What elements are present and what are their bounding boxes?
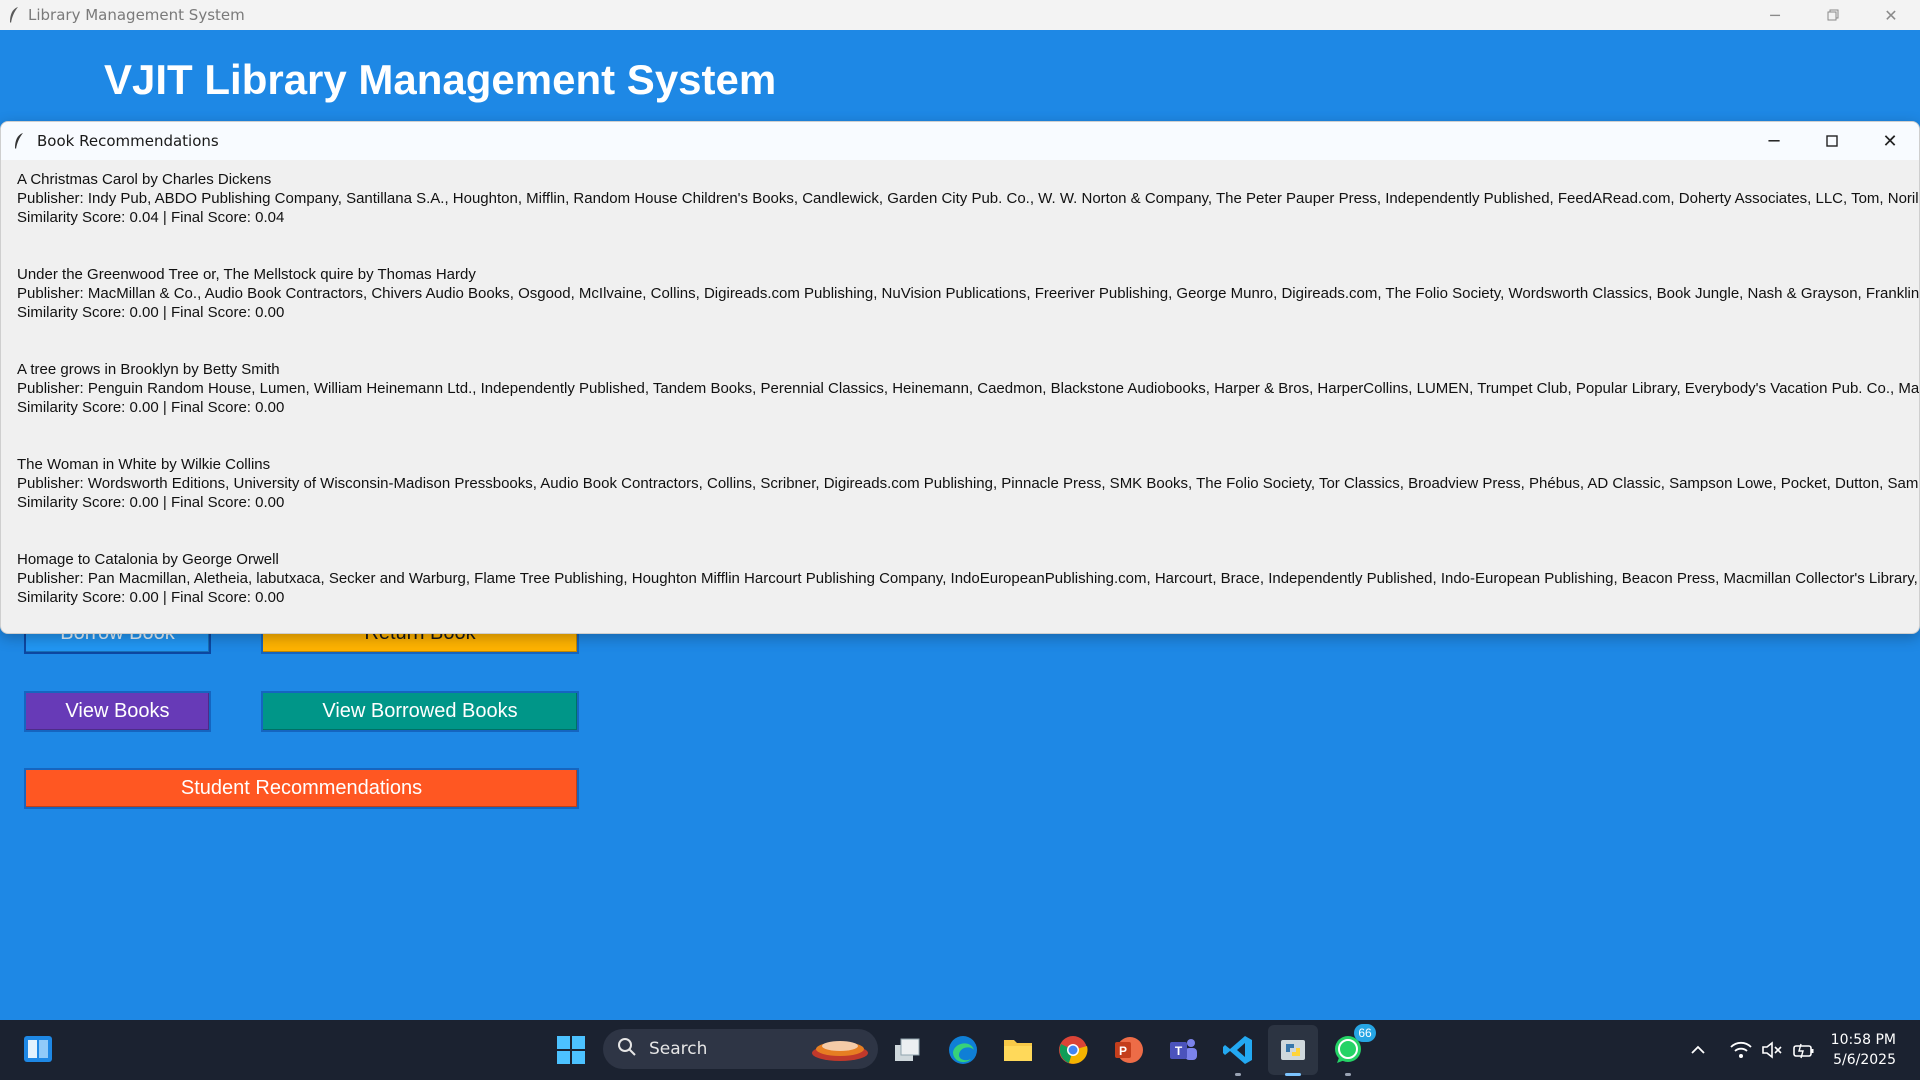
close-icon[interactable]: ✕ (1862, 0, 1920, 30)
minimize-icon[interactable]: ─ (1746, 0, 1804, 30)
wifi-icon[interactable] (1730, 1038, 1752, 1062)
publisher-line: Publisher: MacMillan & Co., Audio Book C… (17, 285, 1920, 302)
list-item: Homage to Catalonia by George Orwell Pub… (17, 550, 1919, 607)
publisher-line: Publisher: Wordsworth Editions, Universi… (17, 475, 1920, 492)
svg-text:T: T (1175, 1044, 1183, 1058)
recommendation-list: A Christmas Carol by Charles Dickens Pub… (1, 160, 1919, 607)
publisher-line: Publisher: Penguin Random House, Lumen, … (17, 380, 1920, 397)
view-borrowed-books-button[interactable]: View Borrowed Books (261, 691, 579, 732)
student-recommendations-button[interactable]: Student Recommendations (24, 768, 579, 809)
book-title-line: Under the Greenwood Tree or, The Mellsto… (17, 266, 476, 283)
clock-date: 5/6/2025 (1833, 1052, 1896, 1068)
taskbar: Search P T 66 10:58 PM 5/6/2025 (0, 1020, 1920, 1080)
app-header-title: VJIT Library Management System (104, 56, 777, 103)
windows-start-icon[interactable] (556, 1035, 586, 1065)
score-line: Similarity Score: 0.00 | Final Score: 0.… (17, 399, 285, 416)
search-input[interactable]: Search (603, 1029, 878, 1069)
list-item: A tree grows in Brooklyn by Betty Smith … (17, 360, 1919, 417)
list-item: The Woman in White by Wilkie Collins Pub… (17, 455, 1919, 512)
minimize-icon[interactable]: ─ (1745, 122, 1803, 160)
task-view-icon[interactable] (890, 1032, 926, 1068)
search-icon (617, 1037, 637, 1062)
publisher-line: Publisher: Pan Macmillan, Aletheia, labu… (17, 570, 1920, 587)
maximize-icon[interactable] (1803, 122, 1861, 160)
system-clock[interactable]: 10:58 PM 5/6/2025 (1831, 1030, 1896, 1070)
main-window-titlebar: Library Management System ─ ✕ (0, 0, 1920, 30)
whatsapp-icon[interactable]: 66 (1330, 1024, 1376, 1076)
popup-controls: ─ ✕ (1745, 122, 1919, 160)
notification-badge: 66 (1354, 1024, 1376, 1042)
python-icon[interactable] (1275, 1032, 1311, 1076)
book-title-line: A Christmas Carol by Charles Dickens (17, 171, 272, 188)
feather-icon (1, 132, 37, 150)
battery-icon[interactable] (1792, 1038, 1816, 1062)
feather-icon (0, 0, 28, 30)
restore-icon[interactable] (1804, 0, 1862, 30)
publisher-line: Publisher: Indy Pub, ABDO Publishing Com… (17, 190, 1920, 207)
powerpoint-icon[interactable]: P (1110, 1032, 1146, 1068)
volume-muted-icon[interactable] (1761, 1038, 1783, 1062)
list-item: Under the Greenwood Tree or, The Mellsto… (17, 265, 1919, 322)
score-line: Similarity Score: 0.04 | Final Score: 0.… (17, 209, 285, 226)
svg-text:P: P (1119, 1044, 1127, 1058)
book-recommendations-window: Book Recommendations ─ ✕ A Christmas Car… (0, 121, 1920, 634)
score-line: Similarity Score: 0.00 | Final Score: 0.… (17, 494, 285, 511)
list-item: A Christmas Carol by Charles Dickens Pub… (17, 170, 1919, 227)
book-title-line: A tree grows in Brooklyn by Betty Smith (17, 361, 280, 378)
edge-icon[interactable] (945, 1032, 981, 1068)
chevron-up-icon[interactable] (1690, 1038, 1706, 1062)
book-title-line: The Woman in White by Wilkie Collins (17, 456, 271, 473)
chrome-icon[interactable] (1055, 1032, 1091, 1068)
clock-time: 10:58 PM (1830, 1032, 1896, 1048)
close-icon[interactable]: ✕ (1861, 122, 1919, 160)
popup-title: Book Recommendations (37, 132, 219, 150)
widgets-icon[interactable] (22, 1034, 56, 1064)
search-highlight-icon (808, 1033, 872, 1065)
score-line: Similarity Score: 0.00 | Final Score: 0.… (17, 589, 285, 606)
book-title-line: Homage to Catalonia by George Orwell (17, 551, 279, 568)
main-window-title: Library Management System (28, 6, 245, 24)
main-window-controls: ─ ✕ (1746, 0, 1920, 30)
view-books-button[interactable]: View Books (24, 691, 211, 732)
file-explorer-icon[interactable] (1000, 1032, 1036, 1068)
popup-titlebar: Book Recommendations ─ ✕ (1, 122, 1919, 160)
vscode-icon[interactable] (1220, 1032, 1256, 1076)
teams-icon[interactable]: T (1165, 1032, 1201, 1068)
search-label: Search (649, 1039, 708, 1059)
score-line: Similarity Score: 0.00 | Final Score: 0.… (17, 304, 285, 321)
